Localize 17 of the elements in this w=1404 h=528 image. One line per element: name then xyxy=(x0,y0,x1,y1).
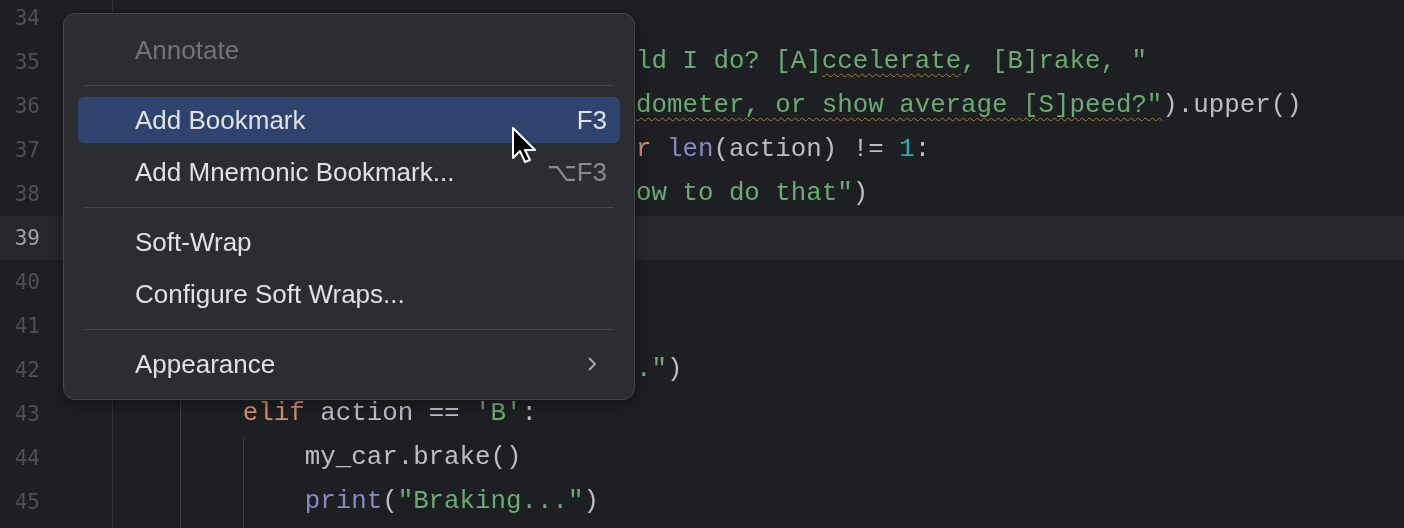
code-line: ow to do that") xyxy=(635,178,869,210)
code-line: .") xyxy=(635,354,683,386)
code-line: my_car.brake() xyxy=(303,442,522,474)
menu-item[interactable]: Configure Soft Wraps... xyxy=(78,271,620,317)
code-line: ld I do? [A]ccelerate, [B]rake, " xyxy=(635,46,1147,78)
shortcut-text: F3 xyxy=(576,104,607,136)
menu-item[interactable]: Appearance xyxy=(78,341,620,387)
code-line: print("Braking...") xyxy=(303,486,599,518)
menu-item[interactable]: Soft-Wrap xyxy=(78,219,620,265)
pointer-icon xyxy=(511,126,537,166)
code-line: r len(action) != 1: xyxy=(635,134,931,166)
code-line: dometer, or show average [S]peed?").upper() xyxy=(635,90,1302,122)
code-line: elif action == 'B': xyxy=(241,398,537,430)
shortcut-text: ⌥F3 xyxy=(546,156,607,188)
menu-item[interactable]: Add Mnemonic Bookmark... ⌥F3 xyxy=(78,149,620,195)
menu-item[interactable]: Add Bookmark F3 xyxy=(78,97,620,143)
line-number: 39 xyxy=(13,226,40,250)
